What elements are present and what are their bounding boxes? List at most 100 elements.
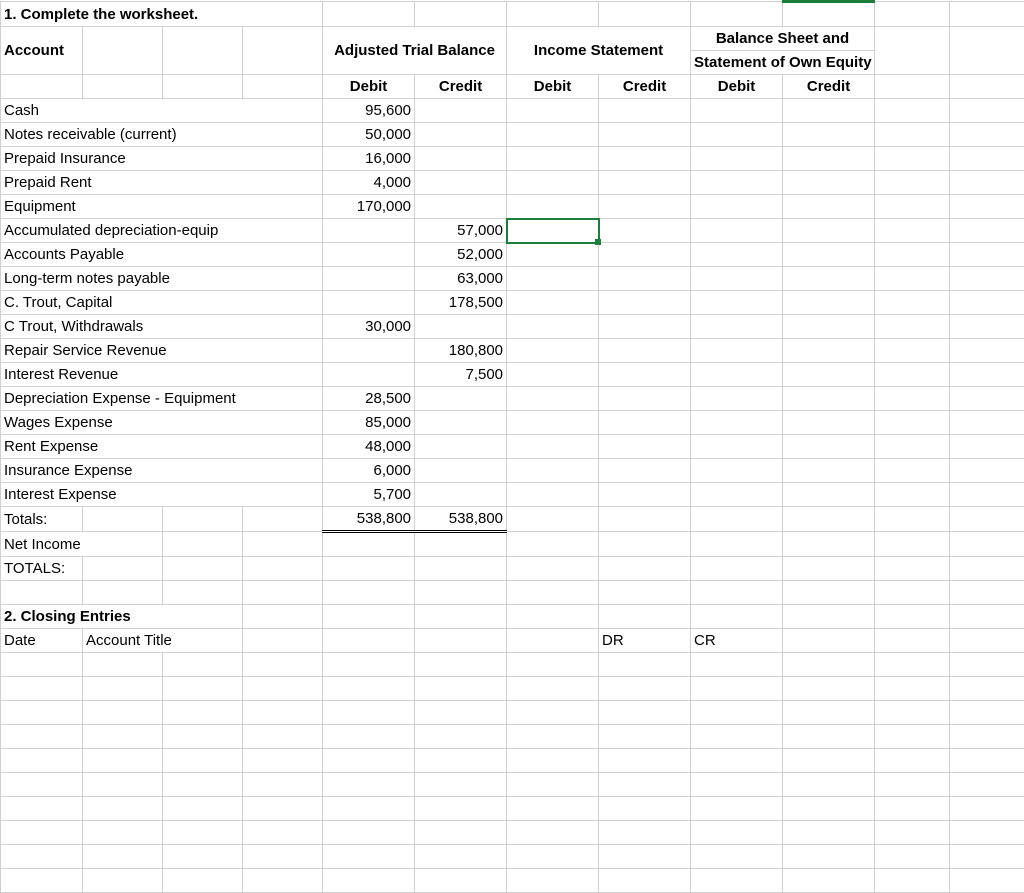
account-cell[interactable]: C Trout, Withdrawals: [1, 315, 323, 339]
empty-cell[interactable]: [691, 99, 783, 123]
empty-cell[interactable]: [875, 725, 950, 749]
atb-credit-cell[interactable]: [415, 459, 507, 483]
empty-cell[interactable]: [599, 845, 691, 869]
empty-cell[interactable]: [507, 773, 599, 797]
empty-cell[interactable]: [691, 243, 783, 267]
empty-cell[interactable]: [875, 315, 950, 339]
empty-cell[interactable]: [783, 267, 875, 291]
empty-cell[interactable]: [950, 147, 1024, 171]
empty-cell[interactable]: [1, 701, 83, 725]
empty-cell[interactable]: [599, 147, 691, 171]
empty-cell[interactable]: [691, 435, 783, 459]
empty-cell[interactable]: [83, 725, 163, 749]
empty-cell[interactable]: [950, 725, 1024, 749]
empty-cell[interactable]: [691, 195, 783, 219]
empty-cell[interactable]: [691, 219, 783, 243]
empty-cell[interactable]: [415, 797, 507, 821]
empty-cell[interactable]: [950, 869, 1024, 893]
atb-credit-cell[interactable]: [415, 315, 507, 339]
empty-cell[interactable]: [691, 701, 783, 725]
atb-debit-cell[interactable]: [323, 219, 415, 243]
empty-cell[interactable]: [507, 869, 599, 893]
is-debit-cell[interactable]: [507, 147, 599, 171]
is-debit-cell[interactable]: [507, 99, 599, 123]
account-cell[interactable]: Wages Expense: [1, 411, 323, 435]
empty-cell[interactable]: [783, 99, 875, 123]
empty-cell[interactable]: [507, 749, 599, 773]
account-cell[interactable]: Depreciation Expense - Equipment: [1, 387, 323, 411]
empty-cell[interactable]: [691, 411, 783, 435]
empty-cell[interactable]: [875, 677, 950, 701]
empty-cell[interactable]: [875, 845, 950, 869]
empty-cell[interactable]: [691, 339, 783, 363]
empty-cell[interactable]: [243, 749, 323, 773]
empty-cell[interactable]: [783, 243, 875, 267]
empty-cell[interactable]: [163, 677, 243, 701]
empty-cell[interactable]: [599, 435, 691, 459]
empty-cell[interactable]: [1, 845, 83, 869]
empty-cell[interactable]: [323, 845, 415, 869]
atb-credit-cell[interactable]: 7,500: [415, 363, 507, 387]
atb-credit-cell[interactable]: [415, 411, 507, 435]
empty-cell[interactable]: [950, 701, 1024, 725]
atb-credit-cell[interactable]: [415, 195, 507, 219]
empty-cell[interactable]: [950, 821, 1024, 845]
atb-credit-cell[interactable]: [415, 123, 507, 147]
account-cell[interactable]: Rent Expense: [1, 435, 323, 459]
empty-cell[interactable]: [599, 411, 691, 435]
empty-cell[interactable]: [415, 653, 507, 677]
empty-cell[interactable]: [875, 123, 950, 147]
atb-credit-cell[interactable]: [415, 435, 507, 459]
empty-cell[interactable]: [783, 459, 875, 483]
empty-cell[interactable]: [875, 797, 950, 821]
atb-debit-cell[interactable]: 30,000: [323, 315, 415, 339]
is-debit-cell[interactable]: [507, 123, 599, 147]
empty-cell[interactable]: [599, 99, 691, 123]
atb-credit-cell[interactable]: [415, 483, 507, 507]
is-debit-cell[interactable]: [507, 291, 599, 315]
empty-cell[interactable]: [783, 677, 875, 701]
empty-cell[interactable]: [323, 653, 415, 677]
is-debit-cell[interactable]: [507, 267, 599, 291]
empty-cell[interactable]: [599, 291, 691, 315]
empty-cell[interactable]: [691, 315, 783, 339]
empty-cell[interactable]: [323, 749, 415, 773]
empty-cell[interactable]: [950, 219, 1024, 243]
empty-cell[interactable]: [599, 773, 691, 797]
empty-cell[interactable]: [599, 243, 691, 267]
empty-cell[interactable]: [599, 869, 691, 893]
empty-cell[interactable]: [163, 725, 243, 749]
empty-cell[interactable]: [163, 701, 243, 725]
empty-cell[interactable]: [875, 147, 950, 171]
empty-cell[interactable]: [783, 653, 875, 677]
empty-cell[interactable]: [691, 653, 783, 677]
empty-cell[interactable]: [599, 725, 691, 749]
atb-debit-cell[interactable]: 16,000: [323, 147, 415, 171]
empty-cell[interactable]: [783, 483, 875, 507]
empty-cell[interactable]: [243, 845, 323, 869]
empty-cell[interactable]: [875, 267, 950, 291]
empty-cell[interactable]: [599, 701, 691, 725]
atb-debit-cell[interactable]: 50,000: [323, 123, 415, 147]
empty-cell[interactable]: [875, 749, 950, 773]
empty-cell[interactable]: [875, 195, 950, 219]
empty-cell[interactable]: [783, 387, 875, 411]
empty-cell[interactable]: [691, 845, 783, 869]
is-debit-cell[interactable]: [507, 363, 599, 387]
account-cell[interactable]: Prepaid Rent: [1, 171, 323, 195]
atb-credit-cell[interactable]: 63,000: [415, 267, 507, 291]
empty-cell[interactable]: [950, 411, 1024, 435]
empty-cell[interactable]: [507, 845, 599, 869]
empty-cell[interactable]: [243, 701, 323, 725]
empty-cell[interactable]: [950, 267, 1024, 291]
empty-cell[interactable]: [875, 773, 950, 797]
empty-cell[interactable]: [599, 171, 691, 195]
empty-cell[interactable]: [950, 99, 1024, 123]
empty-cell[interactable]: [415, 749, 507, 773]
is-debit-cell[interactable]: [507, 411, 599, 435]
empty-cell[interactable]: [783, 821, 875, 845]
empty-cell[interactable]: [783, 195, 875, 219]
empty-cell[interactable]: [950, 677, 1024, 701]
empty-cell[interactable]: [599, 797, 691, 821]
atb-debit-cell[interactable]: 170,000: [323, 195, 415, 219]
